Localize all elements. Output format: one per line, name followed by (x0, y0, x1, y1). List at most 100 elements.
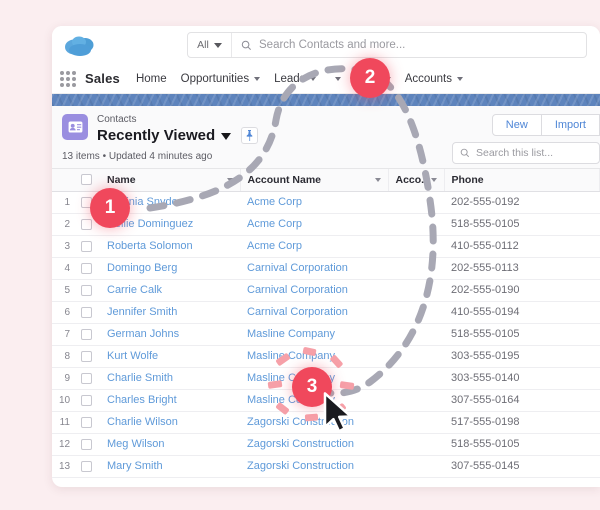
cell-name[interactable]: Carrie Calk (100, 279, 240, 302)
name-link[interactable]: Meg Wilson (107, 438, 164, 450)
cell-name[interactable]: Jennifer Smith (100, 301, 240, 324)
table-row[interactable]: 9 Charlie Smith Masline Company 303-555-014… (52, 367, 600, 390)
chevron-down-icon[interactable] (374, 177, 381, 182)
cell-name[interactable]: Charlie Smith (100, 367, 240, 390)
table-row[interactable]: 6 Jennifer Smith Carnival Corporation 410-5… (52, 301, 600, 324)
table-row[interactable]: 5 Carrie Calk Carnival Corporation 202-555-… (52, 279, 600, 302)
name-link[interactable]: Charlie Smith (107, 372, 173, 384)
row-checkbox-cell[interactable] (74, 411, 100, 434)
app-launcher-grid-icon[interactable] (60, 70, 76, 87)
row-checkbox-cell[interactable] (74, 279, 100, 302)
chevron-down-icon[interactable] (254, 76, 261, 81)
column-header-account[interactable]: Account Name (240, 169, 389, 192)
row-checkbox[interactable] (81, 394, 92, 406)
row-checkbox-cell[interactable] (74, 301, 100, 324)
row-checkbox-cell[interactable] (74, 235, 100, 258)
row-checkbox[interactable] (81, 372, 92, 384)
row-checkbox[interactable] (81, 196, 92, 208)
search-scope-selector[interactable]: All (188, 33, 232, 57)
cell-account[interactable]: Zagorski Construction (240, 411, 388, 434)
row-checkbox[interactable] (81, 306, 92, 318)
table-row[interactable]: 4 Domingo Berg Carnival Corporation 202-555… (52, 257, 600, 280)
cell-name[interactable]: Charlie Wilson (100, 411, 240, 434)
cell-account[interactable]: Masline Company (240, 367, 388, 390)
account-link[interactable]: Carnival Corporation (247, 284, 348, 296)
cell-account[interactable]: Carnival Corporation (240, 301, 388, 324)
cell-account[interactable]: Masline Company (240, 389, 388, 412)
nav-item-accounts[interactable]: Accounts (405, 73, 464, 85)
row-checkbox-cell[interactable] (74, 257, 100, 280)
list-view-title[interactable]: Recently Viewed (97, 126, 259, 144)
list-search-input[interactable]: Search this list... (476, 147, 553, 159)
name-link[interactable]: Charlie Wilson (107, 416, 178, 428)
cell-name[interactable]: Kurt Wolfe (100, 345, 240, 368)
name-link[interactable]: Mary Smith (107, 460, 163, 472)
row-checkbox[interactable] (81, 284, 92, 296)
table-row[interactable]: 8 Kurt Wolfe Masline Company 303-555-0195 (52, 345, 600, 368)
row-checkbox[interactable] (81, 350, 92, 362)
row-checkbox[interactable] (81, 218, 92, 230)
account-link[interactable]: Zagorski Construction (247, 438, 354, 450)
row-checkbox[interactable] (81, 460, 92, 472)
cell-account[interactable]: Acme Corp (240, 191, 388, 214)
cell-account[interactable]: Masline Company (240, 323, 388, 346)
account-link[interactable]: Masline Company (247, 350, 335, 362)
table-row[interactable]: 3 Roberta Solomon Acme Corp 410-555-0112 (52, 235, 600, 258)
cell-name[interactable]: Charles Bright (100, 389, 240, 412)
chevron-down-icon[interactable] (430, 177, 437, 182)
column-header-acco[interactable]: Acco... (388, 169, 445, 192)
account-link[interactable]: Acme Corp (247, 196, 302, 208)
column-header-name[interactable]: Name (100, 169, 241, 192)
column-header-num[interactable] (52, 169, 74, 192)
account-link[interactable]: Carnival Corporation (247, 306, 348, 318)
name-link[interactable]: German Johns (107, 328, 179, 340)
cell-account[interactable]: Acme Corp (240, 213, 388, 236)
cell-account[interactable]: Acme Corp (240, 235, 388, 258)
cell-name[interactable]: Meg Wilson (100, 433, 240, 456)
cell-name[interactable]: Mary Smith (100, 455, 240, 478)
row-checkbox-cell[interactable] (74, 345, 100, 368)
cell-account[interactable]: Zagorski Construction (240, 455, 388, 478)
cell-account[interactable]: Zagorski Construction (240, 433, 388, 456)
table-row[interactable]: 7 German Johns Masline Company 518-555-0105 (52, 323, 600, 346)
row-checkbox-cell[interactable] (74, 323, 100, 346)
pin-icon[interactable] (241, 127, 259, 144)
row-checkbox-cell[interactable] (74, 213, 100, 236)
cell-account[interactable]: Carnival Corporation (240, 279, 388, 302)
table-row[interactable]: 1 Virginia Snyder Acme Corp 202-555-0192 (52, 191, 600, 214)
cell-name[interactable]: Roberta Solomon (100, 235, 240, 258)
nav-item-files[interactable]: Files (355, 73, 391, 85)
nav-item-leads[interactable]: Leads (274, 73, 317, 85)
name-link[interactable]: Charles Bright (107, 394, 177, 406)
chevron-down-icon[interactable] (457, 76, 464, 81)
account-link[interactable]: Masline Company (247, 328, 335, 340)
column-header-chk[interactable] (74, 169, 100, 192)
table-row[interactable]: 2 Nellie Dominguez Acme Corp 518-555-0105 (52, 213, 600, 236)
import-button[interactable]: Import (541, 114, 600, 136)
nav-item-opportunities[interactable]: Opportunities (181, 73, 261, 85)
name-link[interactable]: Kurt Wolfe (107, 350, 158, 362)
chevron-down-icon[interactable] (226, 177, 233, 182)
cell-account[interactable]: Carnival Corporation (240, 257, 388, 280)
row-checkbox[interactable] (81, 416, 92, 428)
account-link[interactable]: Carnival Corporation (247, 262, 348, 274)
search-input[interactable]: Search Contacts and more... (259, 39, 405, 51)
list-search-box[interactable]: Search this list... (452, 142, 600, 164)
table-row[interactable]: 11 Charlie Wilson Zagorski Construction 517… (52, 411, 600, 434)
name-link[interactable]: Jennifer Smith (107, 306, 177, 318)
table-row[interactable]: 10 Charles Bright Masline Company 307-555-0… (52, 389, 600, 412)
column-header-phone[interactable]: Phone (444, 169, 600, 192)
nav-item-home[interactable]: Home (136, 73, 167, 85)
name-link[interactable]: Nellie Dominguez (107, 218, 193, 230)
chevron-down-icon[interactable] (335, 76, 342, 81)
cell-name[interactable]: Virginia Snyder (100, 191, 240, 214)
name-link[interactable]: Virginia Snyder (107, 196, 181, 208)
row-checkbox-cell[interactable] (74, 191, 100, 214)
global-search-box[interactable]: All Search Contacts and more... (187, 32, 587, 58)
row-checkbox[interactable] (81, 262, 92, 274)
cell-name[interactable]: Nellie Dominguez (100, 213, 240, 236)
account-link[interactable]: Zagorski Construction (247, 460, 354, 472)
cell-name[interactable]: German Johns (100, 323, 240, 346)
nav-item-hidden-3[interactable] (330, 76, 342, 81)
account-link[interactable]: Acme Corp (247, 218, 302, 230)
